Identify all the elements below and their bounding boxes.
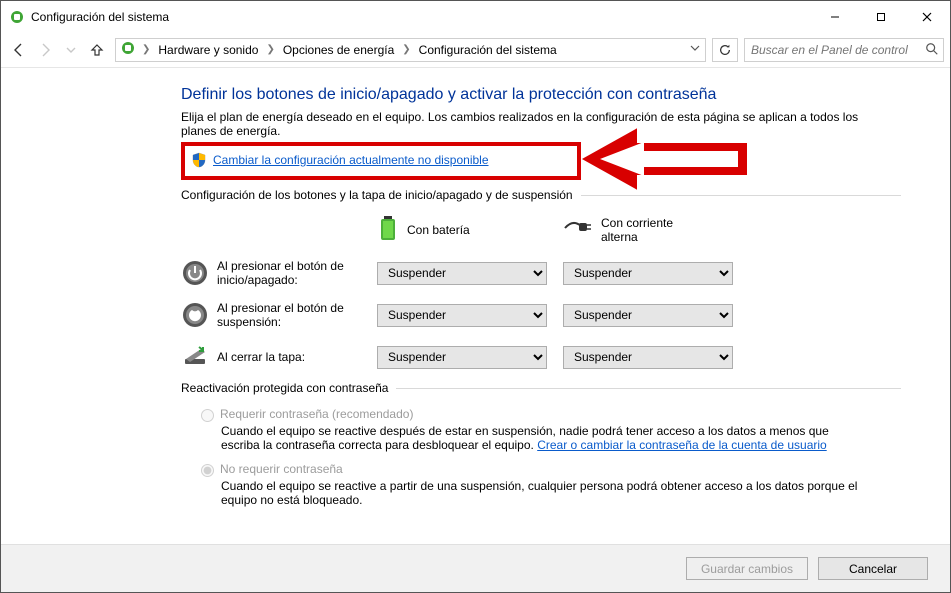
breadcrumb[interactable]: Configuración del sistema [417, 41, 559, 59]
content-area: Definir los botones de inicio/apagado y … [1, 68, 950, 544]
no-password-description: Cuando el equipo se reactive a partir de… [221, 479, 861, 507]
breadcrumb-separator: ❯ [398, 44, 414, 55]
back-button[interactable] [7, 38, 31, 62]
change-unavailable-settings-link[interactable]: Cambiar la configuración actualmente no … [213, 153, 489, 167]
group-label: Reactivación protegida con contraseña [181, 381, 396, 395]
close-lid-ac-select[interactable]: Suspender [563, 346, 733, 369]
annotation-highlight: Cambiar la configuración actualmente no … [181, 142, 581, 180]
recent-locations-button[interactable] [59, 38, 83, 62]
sleep-button-ac-select[interactable]: Suspender [563, 304, 733, 327]
require-password-label: Requerir contraseña (recomendado) [220, 407, 413, 421]
power-button-icon [181, 259, 217, 287]
no-password-label: No requerir contraseña [220, 462, 343, 476]
up-button[interactable] [85, 38, 109, 62]
buttons-lid-group: Configuración de los botones y la tapa d… [181, 188, 901, 371]
window-controls [812, 1, 950, 32]
window-title: Configuración del sistema [31, 10, 169, 24]
sleep-button-battery-select[interactable]: Suspender [377, 304, 547, 327]
breadcrumb-separator: ❯ [262, 44, 278, 55]
group-label: Configuración de los botones y la tapa d… [181, 188, 581, 202]
search-input[interactable] [745, 39, 943, 61]
breadcrumb[interactable]: Hardware y sonido [156, 41, 260, 59]
power-button-label: Al presionar el botón de inicio/apagado: [217, 259, 377, 287]
maximize-button[interactable] [858, 1, 904, 32]
minimize-button[interactable] [812, 1, 858, 32]
refresh-button[interactable] [712, 38, 738, 62]
close-button[interactable] [904, 1, 950, 32]
annotation-arrow [566, 124, 766, 194]
no-password-radio [201, 464, 214, 477]
sleep-button-icon [181, 301, 217, 329]
create-change-password-link[interactable]: Crear o cambiar la contraseña de la cuen… [537, 438, 827, 452]
close-lid-battery-select[interactable]: Suspender [377, 346, 547, 369]
window: Configuración del sistema [0, 0, 951, 593]
breadcrumb[interactable]: Opciones de energía [281, 41, 396, 59]
sleep-button-label: Al presionar el botón de suspensión: [217, 301, 377, 329]
control-panel-icon [9, 9, 25, 25]
page-title: Definir los botones de inicio/apagado y … [181, 86, 901, 104]
footer: Guardar cambios Cancelar [1, 544, 950, 592]
power-button-ac-select[interactable]: Suspender [563, 262, 733, 285]
navbar: ❯ Hardware y sonido ❯ Opciones de energí… [1, 32, 950, 68]
ac-plug-icon [563, 217, 593, 242]
breadcrumb-separator: ❯ [138, 44, 154, 55]
on-battery-header: Con batería [377, 214, 563, 245]
require-password-radio [201, 409, 214, 422]
uac-shield-icon [191, 152, 207, 168]
search-icon[interactable] [925, 42, 939, 59]
password-on-wake-group: Reactivación protegida con contraseña Re… [181, 381, 901, 507]
titlebar: Configuración del sistema [1, 1, 950, 32]
power-button-battery-select[interactable]: Suspender [377, 262, 547, 285]
plugged-in-header: Con corriente alterna [563, 216, 749, 244]
control-panel-icon [120, 40, 136, 59]
battery-icon [377, 214, 399, 245]
page-description: Elija el plan de energía deseado en el e… [181, 110, 881, 138]
chevron-down-icon[interactable] [689, 42, 701, 57]
require-password-description: Cuando el equipo se reactive después de … [221, 424, 861, 452]
search-box[interactable] [744, 38, 944, 62]
cancel-button[interactable]: Cancelar [818, 557, 928, 580]
forward-button[interactable] [33, 38, 57, 62]
close-lid-label: Al cerrar la tapa: [217, 350, 377, 364]
save-button: Guardar cambios [686, 557, 808, 580]
close-lid-icon [181, 343, 217, 371]
address-bar[interactable]: ❯ Hardware y sonido ❯ Opciones de energí… [115, 38, 706, 62]
